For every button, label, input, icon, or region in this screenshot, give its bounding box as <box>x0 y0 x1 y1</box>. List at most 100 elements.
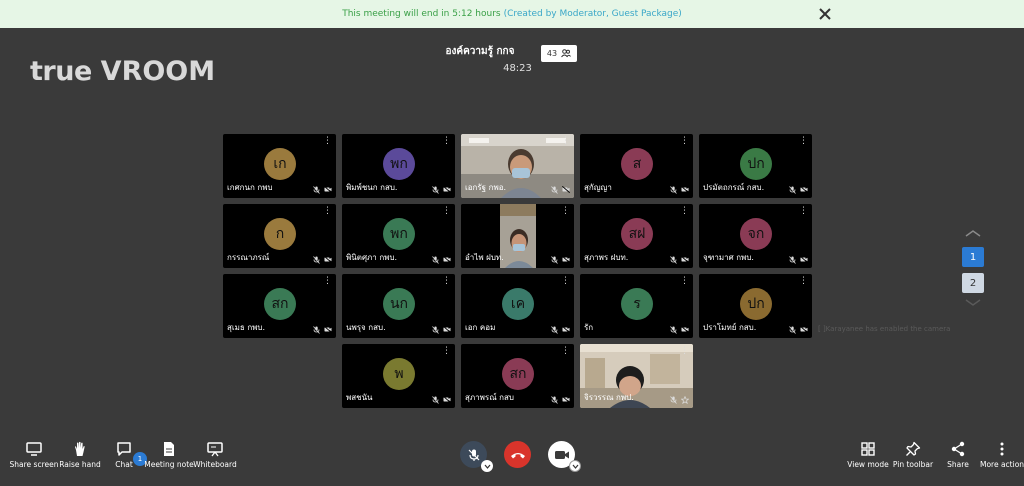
participant-tile[interactable]: สก ⋮ สุภาพรณ์ กสบ <box>461 344 574 408</box>
participant-status <box>551 396 570 404</box>
participant-avatar: ส <box>621 148 653 180</box>
tile-menu-icon[interactable]: ⋮ <box>442 347 451 356</box>
participant-status <box>432 326 451 334</box>
camera-off-icon <box>681 186 689 193</box>
participant-tile[interactable]: ร ⋮ รัก <box>580 274 693 338</box>
tile-menu-icon[interactable]: ⋮ <box>561 347 570 356</box>
tile-menu-icon[interactable]: ⋮ <box>561 277 570 286</box>
participant-avatar: ปก <box>740 148 772 180</box>
pin-icon <box>906 441 921 456</box>
tile-menu-icon[interactable]: ⋮ <box>799 277 808 286</box>
participant-status <box>789 186 808 194</box>
participant-name: เกศกนก กพบ <box>227 183 273 192</box>
tile-menu-icon[interactable]: ⋮ <box>680 347 689 356</box>
tile-menu-icon[interactable]: ⋮ <box>442 277 451 286</box>
mic-muted-icon <box>789 256 796 264</box>
chevron-up-icon[interactable] <box>963 228 983 238</box>
participant-tile[interactable]: สก ⋮ สุเมธ กพบ. <box>223 274 336 338</box>
logo-part-vroom: VROOM <box>100 56 216 87</box>
participant-avatar: ก <box>264 218 296 250</box>
camera-off-icon <box>443 186 451 193</box>
participant-tile[interactable]: จก ⋮ จุฑามาศ กพบ. <box>699 204 812 268</box>
microphone-muted-icon <box>468 449 479 461</box>
tile-menu-icon[interactable]: ⋮ <box>680 207 689 216</box>
participant-tile[interactable]: ⋮ อำไพ ฝบท. <box>461 204 574 268</box>
more-action-label: More action <box>979 460 1024 469</box>
mic-muted-icon <box>313 186 320 194</box>
camera-off-icon <box>681 326 689 333</box>
page-1-button[interactable]: 1 <box>962 247 984 267</box>
video-camera-icon <box>554 450 569 459</box>
participant-tile[interactable]: พ ⋮ พสชนัน <box>342 344 455 408</box>
tile-menu-icon[interactable]: ⋮ <box>442 137 451 146</box>
participant-tile[interactable]: นก ⋮ นพรุจ กสบ. <box>342 274 455 338</box>
tile-menu-icon[interactable]: ⋮ <box>799 137 808 146</box>
mic-options-chevron-icon[interactable] <box>481 460 493 472</box>
page-2-button[interactable]: 2 <box>962 273 984 293</box>
participant-tile[interactable]: ก ⋮ กรรณาภรณ์ <box>223 204 336 268</box>
tile-menu-icon[interactable]: ⋮ <box>799 207 808 216</box>
participant-tile[interactable]: ⋮ จิรวรรณ กพป. <box>580 344 693 408</box>
participant-name: รัก <box>584 323 594 332</box>
participant-tile[interactable]: พก ⋮ พินิตศุภา กพบ. <box>342 204 455 268</box>
document-icon <box>164 442 174 456</box>
participant-avatar: สก <box>264 288 296 320</box>
camera-off-icon <box>443 326 451 333</box>
tile-menu-icon[interactable]: ⋮ <box>561 207 570 216</box>
participant-status <box>670 326 689 334</box>
close-icon[interactable] <box>816 5 834 23</box>
tile-menu-icon[interactable]: ⋮ <box>323 207 332 216</box>
hand-icon <box>75 441 85 456</box>
chevron-down-icon[interactable] <box>963 298 983 308</box>
notification-ghost-text: [ ]Karayanee has enabled the camera <box>818 325 951 333</box>
participant-tile[interactable]: ส ⋮ สุกัญญา <box>580 134 693 198</box>
participant-avatar: สฝ <box>621 218 653 250</box>
tile-menu-icon[interactable]: ⋮ <box>323 277 332 286</box>
mic-muted-icon <box>313 326 320 334</box>
tile-menu-icon[interactable]: ⋮ <box>680 137 689 146</box>
participant-tile[interactable]: ⋮ เอกรัฐ กพอ. <box>461 134 574 198</box>
participant-avatar: พ <box>383 358 415 390</box>
participant-tile[interactable]: เค ⋮ เอก คอม <box>461 274 574 338</box>
camera-options-chevron-icon[interactable] <box>569 460 581 472</box>
star-icon[interactable] <box>681 396 689 404</box>
participant-name: พินิตศุภา กพบ. <box>346 253 398 262</box>
share-icon <box>951 441 965 457</box>
truevroom-logo: true VROOM <box>30 56 215 87</box>
participant-count-button[interactable]: 43 <box>541 45 577 62</box>
end-call-button[interactable] <box>504 441 531 468</box>
tile-menu-icon[interactable]: ⋮ <box>442 207 451 216</box>
participant-tile[interactable]: พก ⋮ พิมพ์ชนก กสบ. <box>342 134 455 198</box>
mic-muted-icon <box>551 326 558 334</box>
mic-muted-icon <box>313 256 320 264</box>
participant-tile[interactable]: ปก ⋮ ปรมัตถกรณ์ กสบ. <box>699 134 812 198</box>
participant-status <box>432 186 451 194</box>
banner-message: This meeting will end in 5:12 hours <box>342 9 501 19</box>
participant-tile[interactable]: ปก ⋮ ปราโมทย์ กสบ. <box>699 274 812 338</box>
participant-status <box>313 326 332 334</box>
people-icon <box>561 49 572 58</box>
camera-button[interactable] <box>548 441 581 472</box>
whiteboard-button[interactable]: Whiteboard <box>185 441 245 469</box>
tile-menu-icon[interactable]: ⋮ <box>323 137 332 146</box>
microphone-button[interactable] <box>460 441 493 472</box>
participant-status <box>670 396 689 404</box>
participant-name: สุภาพรณ์ กสบ <box>465 393 514 402</box>
participant-count: 43 <box>546 49 558 58</box>
tile-menu-icon[interactable]: ⋮ <box>561 137 570 146</box>
more-action-button[interactable]: More action <box>972 441 1024 469</box>
participant-name: ปราโมทย์ กสบ. <box>703 323 757 332</box>
participant-name: ปรมัตถกรณ์ กสบ. <box>703 183 765 192</box>
camera-off-icon <box>324 186 332 193</box>
tile-menu-icon[interactable]: ⋮ <box>680 277 689 286</box>
participant-tile[interactable]: สฝ ⋮ สุภาพร ฝบท. <box>580 204 693 268</box>
participant-avatar: นก <box>383 288 415 320</box>
mic-muted-icon <box>551 186 558 194</box>
participant-tile[interactable]: เก ⋮ เกศกนก กพบ <box>223 134 336 198</box>
participant-avatar: สก <box>502 358 534 390</box>
hang-up-icon <box>510 452 525 458</box>
banner-link[interactable]: (Created by Moderator, Guest Package) <box>504 9 682 19</box>
participant-avatar: เค <box>502 288 534 320</box>
mic-muted-icon <box>551 256 558 264</box>
meeting-elapsed-time: 48:23 <box>503 63 532 74</box>
